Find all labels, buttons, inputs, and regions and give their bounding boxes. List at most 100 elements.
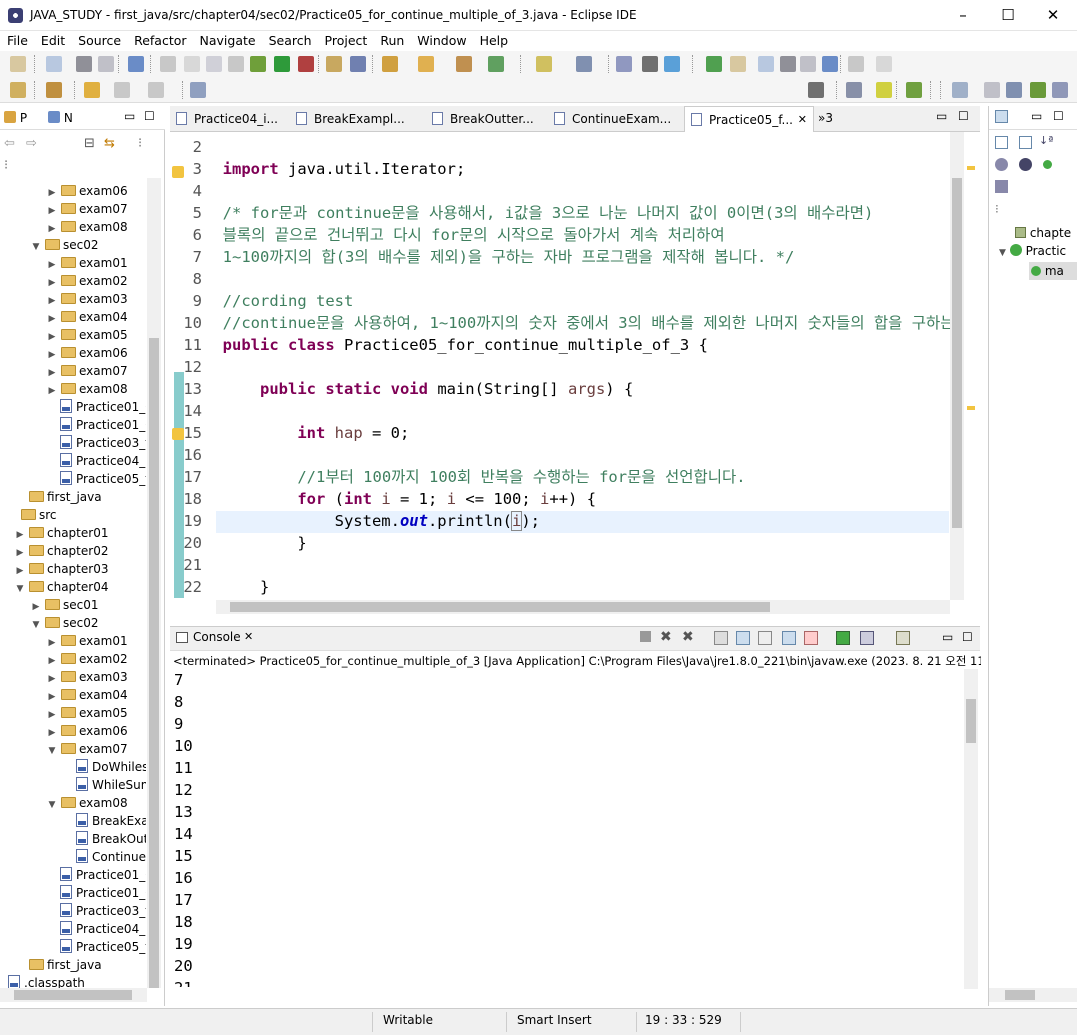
chevron-down-icon[interactable]: ▼ bbox=[30, 616, 42, 632]
chevron-down-icon[interactable]: ▼ bbox=[46, 742, 58, 758]
scroll-lock-icon[interactable] bbox=[736, 631, 750, 645]
toolbar-icon[interactable] bbox=[848, 56, 864, 72]
outline-icon[interactable] bbox=[995, 110, 1008, 123]
code-area[interactable]: 2 3 import java.util.Iterator; 4 5 /* for… bbox=[170, 136, 950, 600]
back-icon[interactable]: ⇦ bbox=[4, 136, 15, 151]
toolbar-icon[interactable] bbox=[800, 56, 816, 72]
word-wrap-icon[interactable] bbox=[758, 631, 772, 645]
tree-folder[interactable]: first_java bbox=[14, 956, 146, 974]
hide-fields-icon[interactable] bbox=[995, 158, 1008, 171]
tree-file[interactable]: Practice04_ir bbox=[58, 452, 146, 470]
display-console-icon[interactable] bbox=[860, 631, 874, 645]
menu-navigate[interactable]: Navigate bbox=[193, 31, 262, 48]
toolbar-icon[interactable] bbox=[876, 82, 892, 98]
remove-launch-icon[interactable]: ✖ bbox=[660, 629, 672, 645]
tree-folder[interactable]: ▼ sec02 bbox=[30, 236, 146, 254]
editor-tab[interactable]: Practice04_i... bbox=[170, 106, 286, 132]
chevron-right-icon[interactable]: ▶ bbox=[46, 310, 58, 326]
editor-tab[interactable]: BreakExampl... bbox=[290, 106, 422, 132]
tree-scrollbar[interactable] bbox=[147, 178, 161, 988]
toolbar-icon[interactable] bbox=[488, 56, 504, 72]
forward-icon[interactable]: ⇨ bbox=[26, 136, 37, 151]
chevron-down-icon[interactable]: ▼ bbox=[46, 796, 58, 812]
editor-scrollbar[interactable] bbox=[950, 132, 964, 600]
tree-folder[interactable]: ▶ exam08 bbox=[46, 380, 146, 398]
tree-file[interactable]: WhileSum bbox=[74, 776, 146, 794]
toolbar-icon[interactable] bbox=[846, 82, 862, 98]
tab-package-explorer[interactable]: P bbox=[4, 111, 27, 125]
toolbar-icon[interactable] bbox=[758, 56, 774, 72]
toolbar-icon[interactable] bbox=[382, 56, 398, 72]
chevron-right-icon[interactable]: ▶ bbox=[46, 382, 58, 398]
tree-file[interactable]: Practice03_fo bbox=[58, 434, 146, 452]
toolbar-icon[interactable] bbox=[906, 82, 922, 98]
toolbar-icon[interactable] bbox=[10, 82, 26, 98]
toolbar-icon[interactable] bbox=[456, 56, 472, 72]
tree-folder[interactable]: ▶ exam01 bbox=[46, 632, 146, 650]
toolbar-icon[interactable] bbox=[298, 56, 314, 72]
chevron-down-icon[interactable]: ▼ bbox=[14, 580, 26, 596]
toolbar-icon[interactable] bbox=[84, 82, 100, 98]
toolbar-icon[interactable] bbox=[664, 56, 680, 72]
tree-folder[interactable]: ▶ chapter03 bbox=[14, 560, 146, 578]
toolbar-icon[interactable] bbox=[642, 56, 658, 72]
tree-file[interactable]: DoWhiles bbox=[74, 758, 146, 776]
chevron-right-icon[interactable]: ▶ bbox=[46, 652, 58, 668]
chevron-down-icon[interactable]: ▼ bbox=[30, 238, 42, 254]
toolbar-icon[interactable] bbox=[706, 56, 722, 72]
menu-source[interactable]: Source bbox=[71, 31, 127, 48]
view-menu-icon[interactable]: ⁝ bbox=[995, 202, 999, 216]
chevron-right-icon[interactable]: ▶ bbox=[46, 346, 58, 362]
tree-folder[interactable]: ▶ exam07 bbox=[46, 362, 146, 380]
tree-folder[interactable]: ▶ exam04 bbox=[46, 308, 146, 326]
toolbar-icon[interactable] bbox=[76, 56, 92, 72]
chevron-right-icon[interactable]: ▶ bbox=[46, 724, 58, 740]
close-button[interactable]: ✕ bbox=[1030, 0, 1076, 31]
menu-project[interactable]: Project bbox=[318, 31, 374, 48]
editor-maximize-icon[interactable]: ☐ bbox=[958, 109, 969, 123]
toolbar-icon[interactable] bbox=[46, 82, 62, 98]
outline-item-package[interactable]: chapte bbox=[1015, 226, 1071, 240]
chevron-right-icon[interactable]: ▶ bbox=[46, 634, 58, 650]
toolbar-icon[interactable] bbox=[952, 82, 968, 98]
toolbar-icon[interactable] bbox=[418, 56, 434, 72]
toolbar-icon[interactable] bbox=[46, 56, 62, 72]
link-editor-icon[interactable]: ⇆ bbox=[104, 136, 115, 151]
toolbar-icon[interactable] bbox=[808, 82, 824, 98]
close-tab-icon[interactable]: ✕ bbox=[798, 107, 807, 132]
tree-file[interactable]: Practice04_ir bbox=[58, 920, 146, 938]
tree-file[interactable]: ContinueE bbox=[74, 848, 146, 866]
chevron-right-icon[interactable]: ▶ bbox=[46, 202, 58, 218]
chevron-right-icon[interactable]: ▶ bbox=[46, 670, 58, 686]
menu-file[interactable]: File bbox=[0, 31, 34, 48]
tree-folder[interactable]: ▶ sec01 bbox=[30, 596, 146, 614]
collapse-all-icon[interactable]: ⊟ bbox=[84, 136, 95, 151]
tree-folder[interactable]: ▶ exam06 bbox=[46, 722, 146, 740]
toolbar-icon[interactable] bbox=[274, 56, 290, 72]
tree-folder[interactable]: ▶ exam05 bbox=[46, 704, 146, 722]
tree-folder[interactable]: ▶ exam06 bbox=[46, 344, 146, 362]
editor-tab[interactable]: Practice05_f... ✕ bbox=[684, 106, 814, 132]
chevron-right-icon[interactable]: ▶ bbox=[46, 184, 58, 200]
menu-refactor[interactable]: Refactor bbox=[127, 31, 192, 48]
show-on-error-icon[interactable] bbox=[804, 631, 818, 645]
chevron-right-icon[interactable]: ▶ bbox=[46, 364, 58, 380]
toolbar-icon[interactable] bbox=[148, 82, 164, 98]
open-console-icon[interactable] bbox=[896, 631, 910, 645]
chevron-right-icon[interactable]: ▶ bbox=[46, 706, 58, 722]
toolbar-icon[interactable] bbox=[190, 82, 206, 98]
editor-minimize-icon[interactable]: ▭ bbox=[936, 109, 947, 123]
maximize-view-icon[interactable]: ☐ bbox=[144, 109, 155, 123]
toolbar-icon[interactable] bbox=[10, 56, 26, 72]
console-minimize-icon[interactable]: ▭ bbox=[942, 630, 953, 644]
editor-tab[interactable]: BreakOutter... bbox=[426, 106, 544, 132]
toolbar-icon[interactable] bbox=[1030, 82, 1046, 98]
chevron-right-icon[interactable]: ▶ bbox=[14, 544, 26, 560]
tree-folder[interactable]: ▼ chapter04 bbox=[14, 578, 146, 596]
console-scrollbar[interactable] bbox=[964, 669, 978, 989]
toolbar-icon[interactable] bbox=[1006, 82, 1022, 98]
tree-folder[interactable]: ▶ exam05 bbox=[46, 326, 146, 344]
chevron-right-icon[interactable]: ▶ bbox=[30, 598, 42, 614]
hide-local-types-icon[interactable] bbox=[995, 180, 1008, 193]
chevron-right-icon[interactable]: ▶ bbox=[46, 328, 58, 344]
